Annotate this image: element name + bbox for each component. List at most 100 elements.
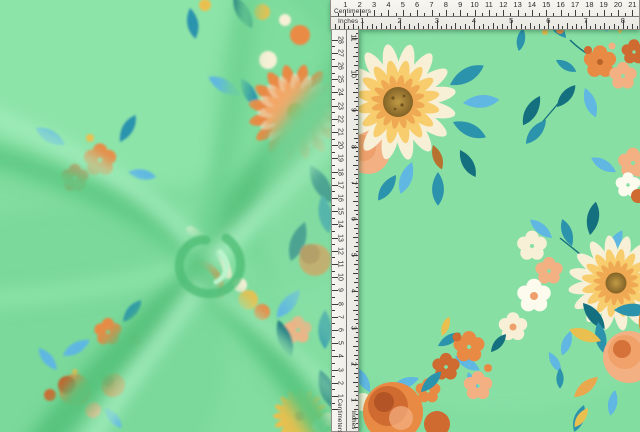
inch-tick (354, 264, 358, 265)
cm-tick (332, 383, 338, 384)
vertical-ruler: Centimeters 1234567891011121314151617181… (331, 30, 359, 432)
inch-tick (502, 24, 503, 29)
inch-tick (353, 24, 354, 29)
cm-tick (332, 330, 338, 331)
inch-tick (356, 414, 359, 415)
inch-tick (354, 192, 358, 193)
cm-tick (332, 165, 335, 166)
cm-tick (332, 145, 338, 146)
cm-number: 24 (337, 88, 344, 96)
cm-number: 19 (337, 154, 344, 162)
cm-number: 13 (337, 234, 344, 242)
cm-number: 11 (337, 260, 344, 267)
cm-tick (460, 10, 461, 16)
cm-tick (604, 10, 605, 16)
cm-tick (332, 343, 338, 344)
inch-tick (356, 350, 359, 351)
cm-number: 25 (337, 75, 344, 83)
inch-tick (356, 278, 359, 279)
cm-number: 5 (401, 1, 405, 9)
inch-tick (539, 24, 540, 29)
cm-tick (475, 10, 476, 16)
inch-tick (590, 26, 591, 30)
cm-tick (332, 119, 338, 120)
cm-tick (489, 10, 490, 16)
inch-tick (386, 26, 387, 30)
inch-tick (354, 101, 358, 102)
cm-number: 4 (386, 1, 390, 9)
inch-tick (460, 26, 461, 30)
cm-number: 19 (600, 1, 608, 9)
inch-tick (465, 24, 466, 29)
inch-tick (354, 337, 358, 338)
cm-tick (632, 10, 633, 16)
inch-tick (455, 23, 456, 30)
cm-number: 20 (614, 1, 622, 9)
cm-tick (332, 356, 338, 357)
inch-tick (356, 205, 359, 206)
inch-tick (623, 20, 624, 29)
inch-tick (562, 26, 563, 30)
inch-tick (339, 26, 340, 30)
inch-tick (356, 151, 359, 152)
inch-tick (352, 328, 359, 329)
cm-tick (332, 389, 335, 390)
cm-tick (332, 238, 338, 239)
inch-tick (356, 106, 359, 107)
inch-tick (356, 196, 359, 197)
inch-tick (609, 26, 610, 30)
inch-tick (469, 26, 470, 30)
cm-number: 21 (337, 128, 344, 136)
cm-number: 16 (337, 194, 344, 202)
cm-tick (332, 92, 338, 93)
cm-tick (332, 185, 338, 186)
cm-tick (332, 264, 338, 265)
inch-tick (356, 52, 359, 53)
inch-tick (404, 26, 405, 30)
inch-tick (352, 38, 359, 39)
cm-tick (332, 106, 338, 107)
cm-number: 21 (628, 1, 636, 9)
inch-tick (604, 23, 605, 30)
cm-tick (332, 152, 335, 153)
inch-tick (356, 79, 359, 80)
inch-tick (395, 26, 396, 30)
inch-tick (353, 56, 358, 57)
inch-tick (354, 174, 358, 175)
cm-tick (332, 244, 335, 245)
cm-tick (332, 158, 338, 159)
cm-tick (345, 10, 346, 16)
inch-tick (637, 26, 638, 30)
inch-tick (632, 24, 633, 29)
cm-tick (332, 337, 335, 338)
cm-tick (332, 284, 335, 285)
cm-tick (332, 277, 338, 278)
inch-tick (356, 43, 359, 44)
inch-tick (356, 359, 359, 360)
inch-tick (353, 201, 358, 202)
inch-tick (362, 20, 363, 29)
cm-number: 10 (337, 273, 344, 281)
cm-tick (360, 10, 361, 16)
inch-tick (352, 364, 359, 365)
cm-tick (332, 376, 335, 377)
inch-tick (352, 219, 359, 220)
cm-number: 9 (458, 1, 462, 9)
cm-tick (332, 178, 335, 179)
inch-tick (356, 368, 359, 369)
inch-tick (348, 26, 349, 30)
inch-tick (400, 20, 401, 29)
inch-tick (356, 33, 359, 34)
cm-number: 26 (337, 62, 344, 70)
inch-tick (354, 210, 358, 211)
inch-tick (356, 423, 359, 424)
inch-tick (479, 26, 480, 30)
inch-tick (356, 395, 359, 396)
cm-tick (332, 370, 338, 371)
inch-tick (353, 129, 358, 130)
inch-tick (352, 110, 359, 111)
cm-tick (332, 205, 335, 206)
cm-number: 15 (337, 207, 344, 215)
cm-tick (332, 53, 338, 54)
inch-tick (356, 323, 359, 324)
